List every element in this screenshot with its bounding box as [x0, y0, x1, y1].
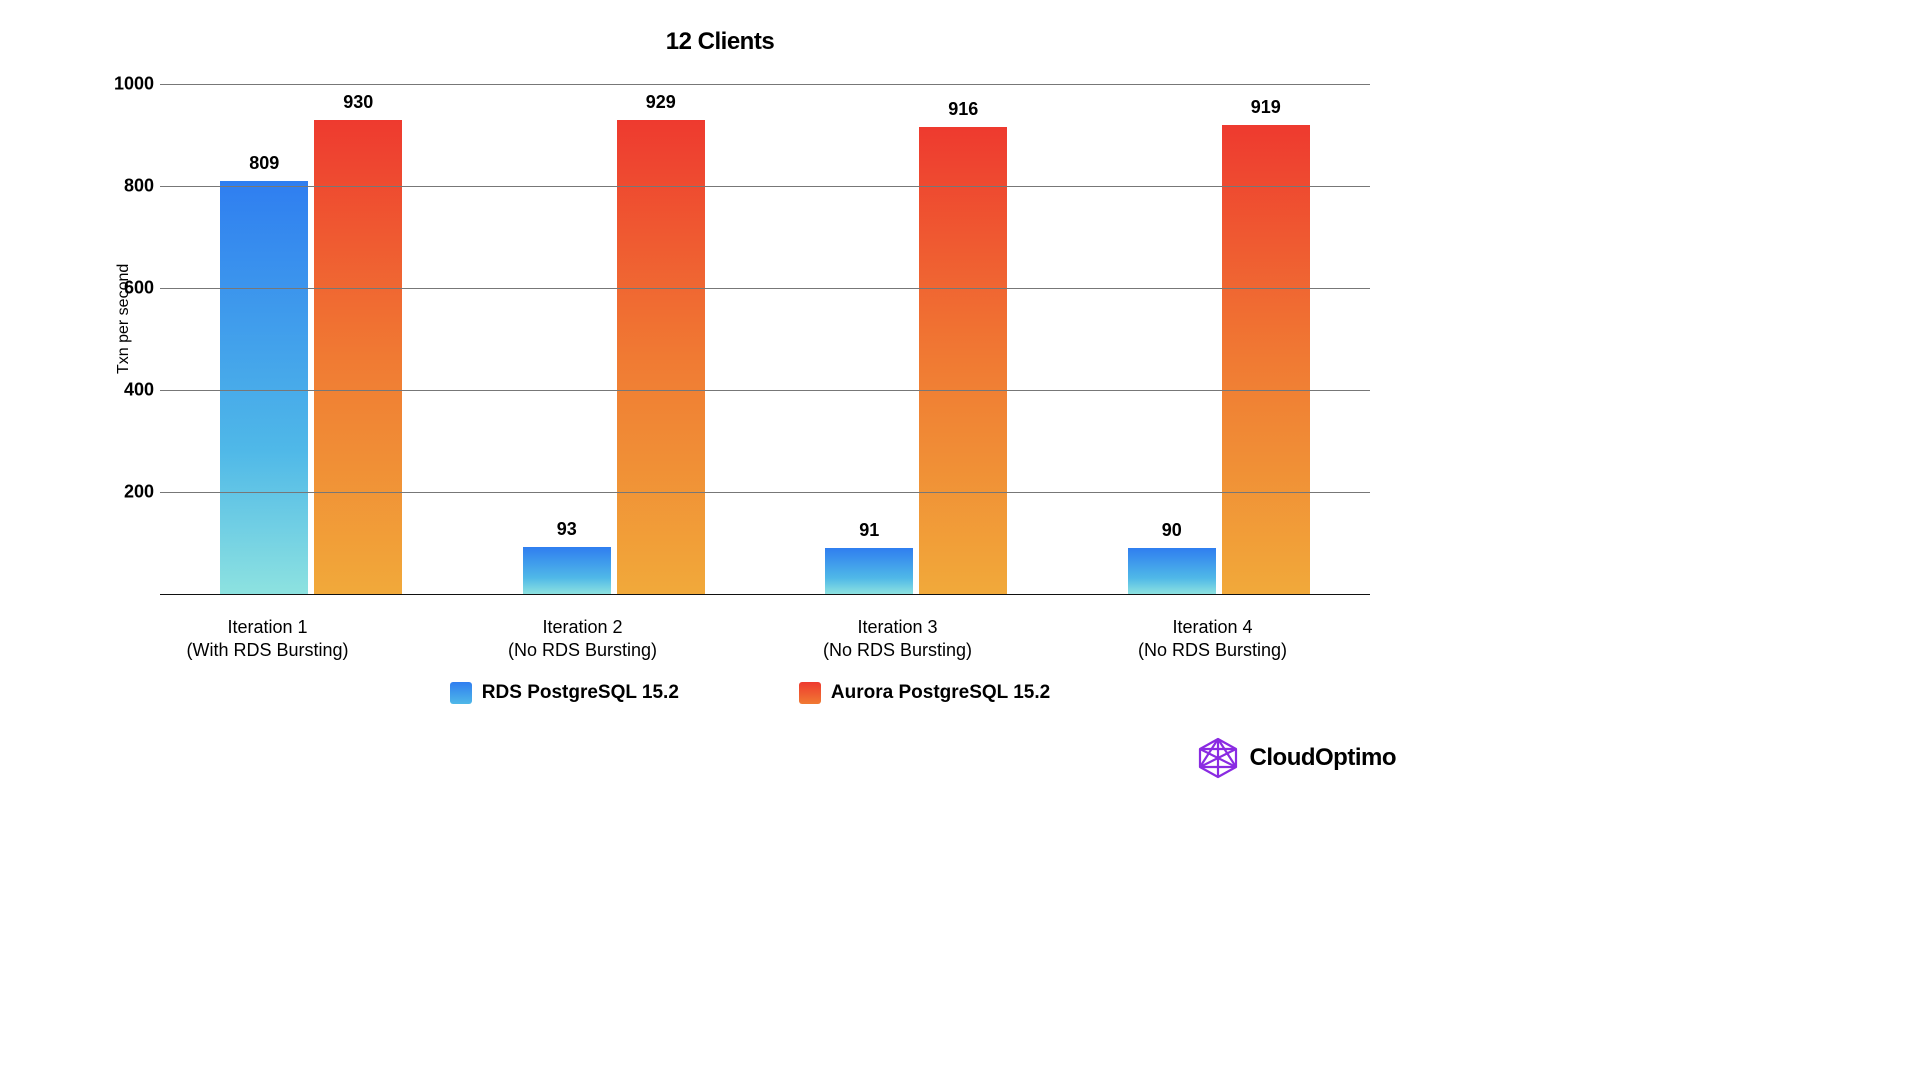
bar-group: 93929 — [463, 84, 766, 594]
bar-value-label: 929 — [646, 92, 676, 113]
x-tick-line1: Iteration 1 — [227, 617, 307, 637]
legend-swatch-rds — [450, 682, 472, 704]
plot-region: 809930939299191690919 2004006008001000 — [160, 84, 1370, 594]
legend-label-rds: RDS PostgreSQL 15.2 — [482, 682, 679, 704]
bar-value-label: 90 — [1162, 520, 1182, 541]
brand-name: CloudOptimo — [1250, 744, 1396, 772]
x-tick-line1: Iteration 4 — [1172, 617, 1252, 637]
bar-value-label: 930 — [343, 92, 373, 113]
x-tick-label: Iteration 2(No RDS Bursting) — [425, 604, 740, 674]
cloudoptimo-icon — [1196, 736, 1240, 780]
grid-line — [160, 186, 1370, 187]
x-tick-line1: Iteration 2 — [542, 617, 622, 637]
y-tick-label: 200 — [110, 482, 154, 503]
bar-value-label: 919 — [1251, 97, 1281, 118]
x-tick-line2: (No RDS Bursting) — [425, 639, 740, 662]
bar-value-label: 91 — [859, 520, 879, 541]
grid-line — [160, 390, 1370, 391]
bar-groups: 809930939299191690919 — [160, 84, 1370, 594]
legend-swatch-aurora — [799, 682, 821, 704]
bar-group: 809930 — [160, 84, 463, 594]
bar-rds: 809 — [220, 181, 308, 594]
legend-item-aurora: Aurora PostgreSQL 15.2 — [799, 682, 1050, 704]
bar-aurora: 929 — [617, 120, 705, 594]
bar-rds: 90 — [1128, 548, 1216, 594]
bar-rds: 93 — [523, 547, 611, 594]
brand-logo: CloudOptimo — [1196, 736, 1396, 780]
x-axis-ticks: Iteration 1(With RDS Bursting)Iteration … — [110, 604, 1370, 674]
x-tick-line2: (No RDS Bursting) — [1055, 639, 1370, 662]
bar-rds: 91 — [825, 548, 913, 594]
y-tick-label: 400 — [110, 380, 154, 401]
grid-line — [160, 288, 1370, 289]
legend: RDS PostgreSQL 15.2 Aurora PostgreSQL 15… — [40, 682, 1400, 704]
bar-group: 90919 — [1068, 84, 1371, 594]
baseline — [160, 594, 1370, 595]
bar-value-label: 93 — [557, 519, 577, 540]
y-tick-label: 1000 — [110, 74, 154, 95]
x-tick-label: Iteration 1(With RDS Bursting) — [110, 604, 425, 674]
x-tick-line2: (No RDS Bursting) — [740, 639, 1055, 662]
chart-title: 12 Clients — [40, 28, 1400, 56]
grid-line — [160, 84, 1370, 85]
bar-group: 91916 — [765, 84, 1068, 594]
bar-aurora: 930 — [314, 120, 402, 594]
grid-line — [160, 492, 1370, 493]
x-tick-line2: (With RDS Bursting) — [110, 639, 425, 662]
bar-aurora: 919 — [1222, 125, 1310, 594]
bar-value-label: 916 — [948, 99, 978, 120]
x-tick-label: Iteration 3(No RDS Bursting) — [740, 604, 1055, 674]
x-tick-label: Iteration 4(No RDS Bursting) — [1055, 604, 1370, 674]
legend-label-aurora: Aurora PostgreSQL 15.2 — [831, 682, 1050, 704]
legend-item-rds: RDS PostgreSQL 15.2 — [450, 682, 679, 704]
y-tick-label: 600 — [110, 278, 154, 299]
bar-value-label: 809 — [249, 153, 279, 174]
y-tick-label: 800 — [110, 176, 154, 197]
x-tick-line1: Iteration 3 — [857, 617, 937, 637]
chart-container: 12 Clients Txn per second 80993093929919… — [0, 0, 1440, 810]
chart-area: Txn per second 809930939299191690919 200… — [110, 74, 1370, 674]
bar-aurora: 916 — [919, 127, 1007, 594]
